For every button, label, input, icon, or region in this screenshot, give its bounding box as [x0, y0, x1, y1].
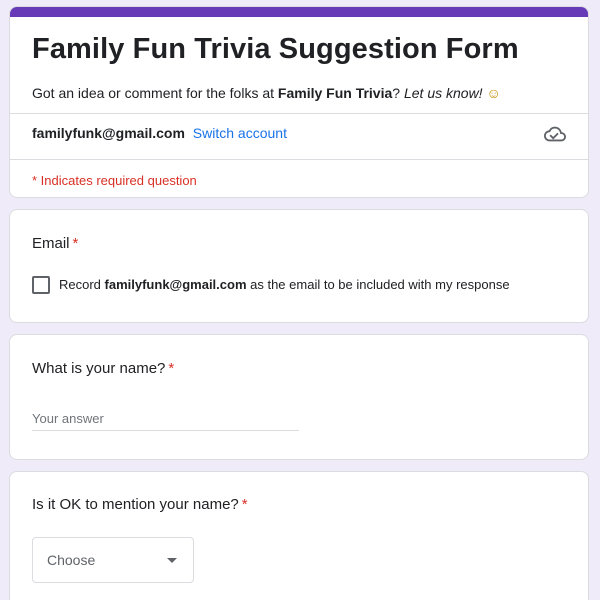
question-card-name: What is your name? * [9, 334, 589, 460]
caret-down-icon [167, 558, 177, 563]
question-card-mention: Is it OK to mention your name? * Choose [9, 471, 589, 600]
question-label: Email [32, 235, 70, 252]
record-email-checkbox[interactable] [32, 276, 50, 294]
required-star: * [72, 235, 79, 252]
form-header-card: Family Fun Trivia Suggestion Form Got an… [9, 6, 589, 198]
header-accent-bar [10, 7, 588, 17]
required-star: * [168, 360, 175, 377]
description-italic: Let us know! [403, 85, 483, 101]
account-row: familyfunk@gmail.com Switch account [32, 125, 287, 141]
question-title-email: Email * [32, 235, 78, 252]
switch-account-link[interactable]: Switch account [193, 125, 287, 141]
description-mid: ? [392, 85, 404, 101]
question-title-mention: Is it OK to mention your name? * [32, 496, 248, 513]
form-description: Got an idea or comment for the folks at … [32, 85, 501, 101]
mention-name-dropdown[interactable]: Choose [32, 537, 194, 583]
question-label: What is your name? [32, 360, 166, 377]
description-text: Got an idea or comment for the folks at [32, 85, 278, 101]
required-star: * [241, 496, 248, 513]
description-bold: Family Fun Trivia [277, 85, 393, 101]
checkbox-label-suffix: as the email to be included with my resp… [246, 277, 510, 292]
required-note: * Indicates required question [32, 173, 197, 188]
cloud-done-icon [544, 126, 566, 142]
question-label: Is it OK to mention your name? [32, 496, 239, 513]
checkbox-label-email: familyfunk@gmail.com [104, 277, 247, 292]
account-divider [10, 159, 588, 160]
name-answer-input[interactable] [32, 407, 299, 431]
checkbox-label-prefix: Record [59, 277, 105, 292]
question-title-name: What is your name? * [32, 360, 174, 377]
form-title: Family Fun Trivia Suggestion Form [32, 33, 519, 65]
record-email-label[interactable]: Record familyfunk@gmail.com as the email… [59, 277, 510, 292]
header-divider [10, 113, 588, 114]
dropdown-selected-value: Choose [47, 552, 96, 568]
smile-emoji: ☺ [486, 85, 501, 101]
question-card-email: Email * Record familyfunk@gmail.com as th… [9, 209, 589, 323]
account-email: familyfunk@gmail.com [32, 125, 185, 141]
